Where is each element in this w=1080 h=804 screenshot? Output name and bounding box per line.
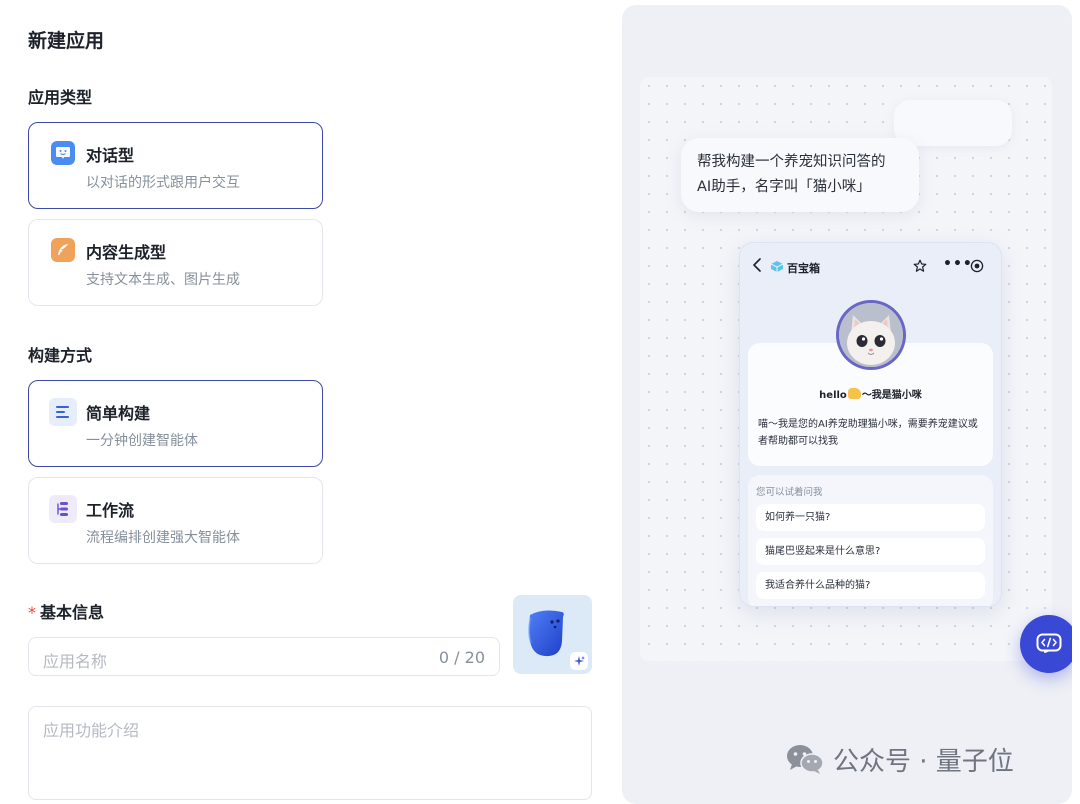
feather-pen-icon	[51, 238, 75, 262]
card-desc: 以对话的形式跟用户交互	[86, 175, 240, 191]
app-avatar-picker[interactable]	[513, 595, 592, 674]
basic-info-text: 基本信息	[40, 603, 105, 622]
suggested-question[interactable]: 如何养一只猫?	[756, 504, 985, 531]
app-description-textarea[interactable]: 应用功能介绍	[28, 706, 592, 800]
card-desc: 一分钟创建智能体	[86, 433, 198, 449]
app-name-placeholder: 应用名称	[43, 652, 108, 671]
ghost-bubble	[894, 100, 1012, 146]
waving-hand-icon	[847, 388, 861, 399]
watermark-text: 公众号 · 量子位	[833, 746, 1014, 777]
build-workflow-card[interactable]: 工作流 流程编排创建强大智能体	[28, 477, 323, 564]
watermark: 公众号 · 量子位	[785, 742, 1014, 777]
record-icon[interactable]	[970, 259, 984, 273]
basic-info-label: * 基本信息	[28, 599, 104, 623]
mini-app-name: 百宝箱	[787, 262, 820, 275]
char-counter: 0 / 20	[438, 648, 485, 667]
greeting: hello ～我是猫小咪	[748, 386, 993, 401]
suggestions-label: 您可以试着问我	[756, 487, 823, 498]
more-icon[interactable]: •••	[943, 256, 973, 272]
suggested-question[interactable]: 猫尾巴竖起来是什么意思?	[756, 538, 985, 565]
app-name-input[interactable]: 应用名称 0 / 20	[28, 637, 500, 676]
prompt-line-1: 帮我构建一个养宠知识问答的	[697, 154, 886, 170]
bot-avatar	[836, 300, 906, 370]
chat-face-icon	[51, 141, 75, 165]
ai-sparkle-icon[interactable]	[570, 652, 588, 670]
app-type-chat-card[interactable]: 对话型 以对话的形式跟用户交互	[28, 122, 323, 209]
back-arrow-icon[interactable]	[752, 258, 762, 272]
embed-code-button[interactable]	[1020, 615, 1072, 673]
build-simple-card[interactable]: 简单构建 一分钟创建智能体	[28, 380, 323, 467]
mini-app-header: 百宝箱 •••	[740, 243, 1001, 291]
phone-mockup: 百宝箱 ••• hello ～我是猫小咪 喵～我是您的AI养宠助理猫小咪，需要养宠…	[739, 242, 1002, 607]
card-title: 工作流	[86, 501, 135, 520]
greeting-prefix: hello	[819, 390, 847, 401]
lines-icon	[49, 398, 77, 426]
card-desc: 流程编排创建强大智能体	[86, 530, 240, 546]
suggested-questions: 您可以试着问我 如何养一只猫? 猫尾巴竖起来是什么意思? 我适合养什么品种的猫?	[748, 475, 993, 606]
card-title: 内容生成型	[86, 243, 167, 262]
preview-panel: 帮我构建一个养宠知识问答的 AI助手，名字叫「猫小咪」 百宝箱 ••• hell…	[622, 5, 1072, 804]
wechat-icon	[787, 745, 824, 774]
greeting-suffix: ～我是猫小咪	[861, 390, 922, 401]
card-title: 简单构建	[86, 404, 151, 423]
star-icon[interactable]	[913, 259, 927, 273]
suggested-question[interactable]: 我适合养什么品种的猫?	[756, 572, 985, 599]
workflow-icon	[49, 495, 77, 523]
code-icon	[1036, 633, 1062, 653]
bot-intro-text: 喵～我是您的AI养宠助理猫小咪，需要养宠建议或者帮助都可以找我	[758, 419, 978, 447]
required-mark: *	[28, 603, 36, 622]
card-desc: 支持文本生成、图片生成	[86, 272, 240, 288]
card-title: 对话型	[86, 146, 135, 165]
app-description-placeholder: 应用功能介绍	[43, 721, 140, 740]
app-type-content-card[interactable]: 内容生成型 支持文本生成、图片生成	[28, 219, 323, 306]
user-prompt-bubble: 帮我构建一个养宠知识问答的 AI助手，名字叫「猫小咪」	[681, 138, 919, 212]
app-type-label: 应用类型	[28, 88, 93, 107]
page-title: 新建应用	[28, 30, 105, 52]
app-logo-icon	[770, 261, 784, 272]
prompt-line-2: AI助手，名字叫「猫小咪」	[697, 179, 871, 195]
cat-avatar-icon	[839, 303, 903, 367]
build-method-label: 构建方式	[28, 346, 93, 365]
new-app-form: 新建应用 应用类型 对话型 以对话的形式跟用户交互 内容生成型 支持文本生成、图…	[0, 0, 610, 804]
